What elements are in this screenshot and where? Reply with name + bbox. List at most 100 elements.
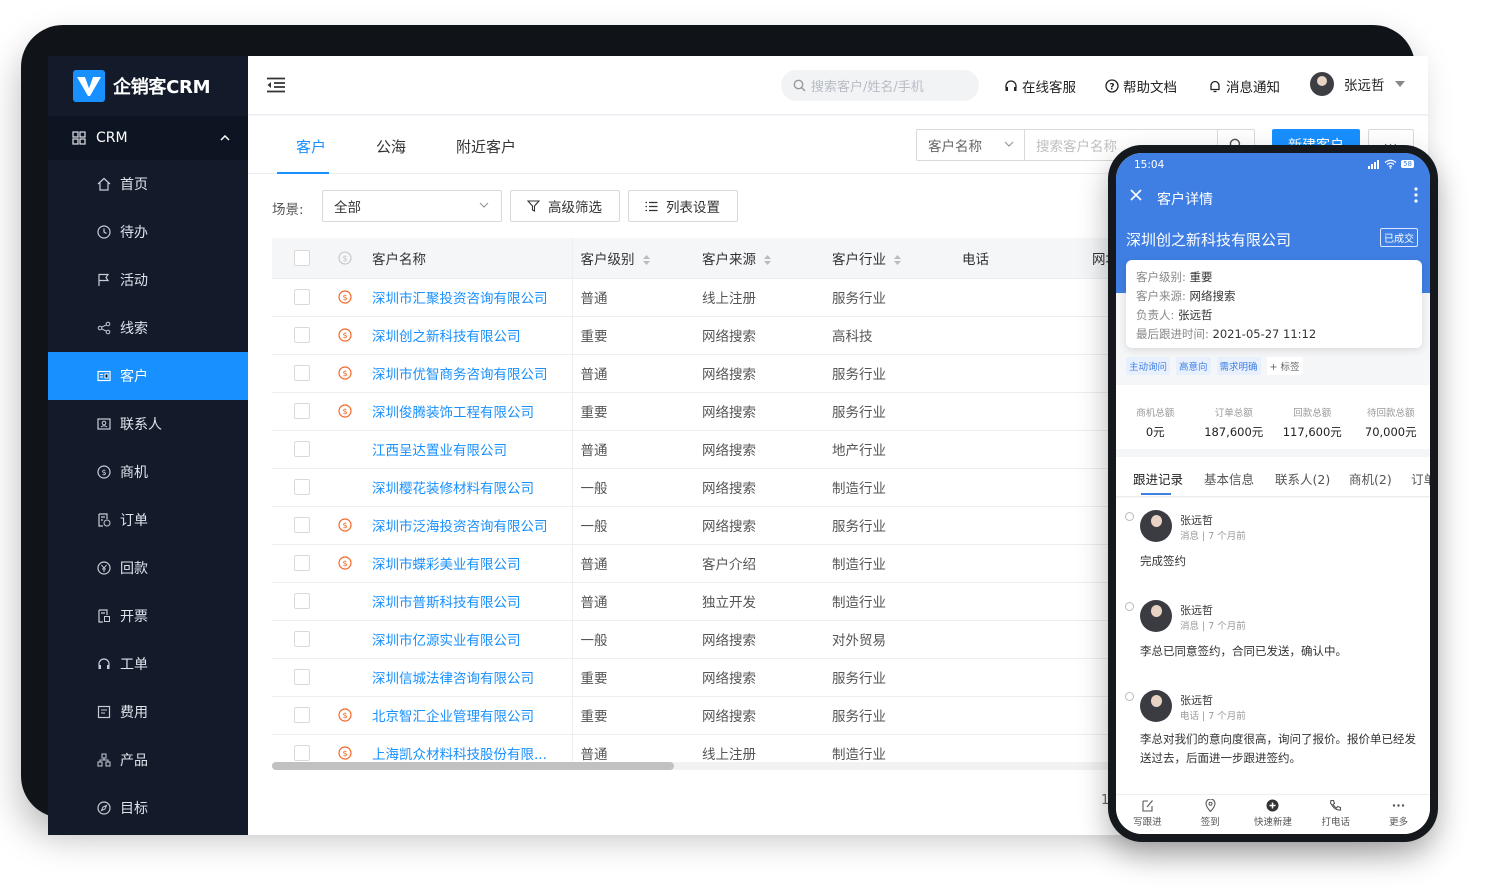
write-follow-up-button[interactable]: 写跟进 bbox=[1116, 795, 1179, 834]
row-checkbox[interactable] bbox=[294, 745, 310, 761]
table-row[interactable]: 江西呈达置业有限公司 普通 网络搜索 地产行业 bbox=[272, 430, 1172, 469]
sidebar-item-goals[interactable]: 目标 bbox=[48, 784, 248, 832]
table-row[interactable]: 深圳市亿源实业有限公司 一般 网络搜索 对外贸易 bbox=[272, 620, 1172, 659]
online-service-link[interactable]: 在线客服 bbox=[1004, 76, 1076, 96]
menu-collapse-icon[interactable] bbox=[266, 77, 286, 93]
customer-name-link[interactable]: 北京智汇企业管理有限公司 bbox=[372, 696, 573, 735]
sidebar-item-tickets[interactable]: 工单 bbox=[48, 640, 248, 688]
row-checkbox[interactable] bbox=[294, 365, 310, 381]
sidebar-item-opportunities[interactable]: $ 商机 bbox=[48, 448, 248, 496]
row-checkbox[interactable] bbox=[294, 555, 310, 571]
online-service-label: 在线客服 bbox=[1022, 80, 1076, 96]
row-checkbox[interactable] bbox=[294, 593, 310, 609]
feed-meta: 消息 | 7 个月前 bbox=[1180, 621, 1246, 632]
sidebar-item-home[interactable]: 首页 bbox=[48, 160, 248, 208]
customer-name-link[interactable]: 深圳市汇聚投资咨询有限公司 bbox=[372, 278, 573, 317]
row-checkbox-cell bbox=[272, 696, 328, 735]
customer-name-link[interactable]: 深圳市蝶彩美业有限公司 bbox=[372, 544, 573, 583]
scrollbar-thumb[interactable] bbox=[272, 762, 674, 770]
action-label: 快速新建 bbox=[1253, 817, 1292, 828]
table-row[interactable]: 深圳市普斯科技有限公司 普通 独立开发 制造行业 bbox=[272, 582, 1172, 621]
sidebar-item-todo[interactable]: 待办 bbox=[48, 208, 248, 256]
menu-group-crm[interactable]: CRM bbox=[48, 116, 248, 160]
check-in-button[interactable]: 签到 bbox=[1179, 795, 1242, 834]
tab-customers[interactable]: 客户 bbox=[296, 136, 326, 157]
column-settings-button[interactable]: 列表设置 bbox=[628, 190, 738, 222]
tag-chip[interactable]: 主动询问 bbox=[1126, 357, 1171, 375]
row-checkbox[interactable] bbox=[294, 479, 310, 495]
row-checkbox[interactable] bbox=[294, 631, 310, 647]
app-logo[interactable]: 企销客CRM bbox=[48, 56, 248, 116]
tab-opportunities[interactable]: 商机(2) bbox=[1349, 469, 1392, 488]
tag-chip[interactable]: 需求明确 bbox=[1216, 357, 1261, 375]
add-tag-button[interactable]: + 标签 bbox=[1266, 357, 1303, 375]
customer-name-link[interactable]: 深圳市亿源实业有限公司 bbox=[372, 620, 573, 659]
advanced-filter-button[interactable]: 高级筛选 bbox=[510, 190, 620, 222]
global-search-input[interactable]: 搜索客户/姓名/手机 bbox=[781, 70, 979, 101]
horizontal-scrollbar[interactable] bbox=[272, 762, 1172, 770]
row-checkbox[interactable] bbox=[294, 327, 310, 343]
table-row[interactable]: $ 深圳俊腾装饰工程有限公司 重要 网络搜索 服务行业 bbox=[272, 392, 1172, 431]
customer-search-placeholder: 搜索客户名称 bbox=[1036, 139, 1117, 155]
row-checkbox[interactable] bbox=[294, 669, 310, 685]
header-customer-source[interactable]: 客户来源 bbox=[702, 238, 832, 279]
row-checkbox[interactable] bbox=[294, 517, 310, 533]
sidebar-item-leads[interactable]: 线索 bbox=[48, 304, 248, 352]
search-field-select[interactable]: 客户名称 bbox=[916, 129, 1025, 161]
row-checkbox[interactable] bbox=[294, 403, 310, 419]
sidebar-item-contacts[interactable]: 联系人 bbox=[48, 400, 248, 448]
customer-name-link[interactable]: 深圳创之新科技有限公司 bbox=[372, 316, 573, 355]
scene-select[interactable]: 全部 bbox=[322, 190, 502, 222]
customer-source-cell: 网络搜索 bbox=[702, 354, 832, 393]
sidebar-item-payments[interactable]: 回款 bbox=[48, 544, 248, 592]
table-row[interactable]: $ 深圳市优智商务咨询有限公司 普通 网络搜索 服务行业 bbox=[272, 354, 1172, 393]
notifications-link[interactable]: 消息通知 bbox=[1208, 76, 1280, 96]
tag-chip[interactable]: 高意向 bbox=[1176, 357, 1211, 375]
table-row[interactable]: $ 北京智汇企业管理有限公司 重要 网络搜索 服务行业 bbox=[272, 696, 1172, 735]
header-customer-name[interactable]: 客户名称 bbox=[372, 238, 573, 279]
customer-name-link[interactable]: 深圳市优智商务咨询有限公司 bbox=[372, 354, 573, 393]
tab-nearby-customers[interactable]: 附近客户 bbox=[456, 136, 516, 157]
sidebar-item-products[interactable]: 产品 bbox=[48, 736, 248, 784]
table-row[interactable]: $ 深圳市蝶彩美业有限公司 普通 客户介绍 制造行业 bbox=[272, 544, 1172, 583]
sidebar-item-expenses[interactable]: 费用 bbox=[48, 688, 248, 736]
table-row[interactable]: 深圳樱花装修材料有限公司 一般 网络搜索 制造行业 bbox=[272, 468, 1172, 507]
tab-basic-info[interactable]: 基本信息 bbox=[1204, 469, 1254, 488]
customer-name-link[interactable]: 深圳市泛海投资咨询有限公司 bbox=[372, 506, 573, 545]
table-row[interactable]: 深圳信城法律咨询有限公司 重要 网络搜索 服务行业 bbox=[272, 658, 1172, 697]
sidebar-item-invoices[interactable]: 开票 bbox=[48, 592, 248, 640]
table-row[interactable]: $ 深圳创之新科技有限公司 重要 网络搜索 高科技 bbox=[272, 316, 1172, 355]
sidebar-item-orders[interactable]: 订单 bbox=[48, 496, 248, 544]
customer-name-link[interactable]: 深圳市普斯科技有限公司 bbox=[372, 582, 573, 621]
mobile-action-bar: 写跟进 签到 快速新建 打电话 更多 bbox=[1116, 794, 1430, 834]
more-button[interactable]: 更多 bbox=[1367, 795, 1430, 834]
row-checkbox[interactable] bbox=[294, 289, 310, 305]
customer-name-link[interactable]: 深圳俊腾装饰工程有限公司 bbox=[372, 392, 573, 431]
tab-public-pool[interactable]: 公海 bbox=[376, 136, 406, 157]
tab-contacts[interactable]: 联系人(2) bbox=[1275, 469, 1330, 488]
quick-create-button[interactable]: 快速新建 bbox=[1242, 795, 1305, 834]
tab-follow-up[interactable]: 跟进记录 bbox=[1133, 469, 1183, 488]
user-menu[interactable]: 张远哲 bbox=[1310, 72, 1405, 96]
table-row[interactable]: $ 深圳市泛海投资咨询有限公司 一般 网络搜索 服务行业 bbox=[272, 506, 1172, 545]
table-row[interactable]: $ 深圳市汇聚投资咨询有限公司 普通 线上注册 服务行业 bbox=[272, 278, 1172, 317]
customer-name-link[interactable]: 江西呈达置业有限公司 bbox=[372, 430, 573, 469]
help-docs-link[interactable]: ? 帮助文档 bbox=[1105, 76, 1177, 96]
customer-name-link[interactable]: 深圳信城法律咨询有限公司 bbox=[372, 658, 573, 697]
select-all-checkbox[interactable] bbox=[294, 249, 310, 266]
header-phone[interactable]: 电话 bbox=[962, 238, 1092, 279]
more-vertical-icon[interactable] bbox=[1414, 187, 1418, 203]
close-icon[interactable] bbox=[1130, 189, 1142, 201]
sidebar-item-activity[interactable]: 活动 bbox=[48, 256, 248, 304]
header-customer-industry[interactable]: 客户行业 bbox=[832, 238, 962, 279]
info-value: 重要 bbox=[1189, 270, 1213, 284]
mobile-company-name: 深圳创之新科技有限公司 bbox=[1126, 231, 1292, 249]
call-button[interactable]: 打电话 bbox=[1304, 795, 1367, 834]
tab-orders[interactable]: 订单 bbox=[1411, 469, 1430, 488]
customer-name-link[interactable]: 深圳樱花装修材料有限公司 bbox=[372, 468, 573, 507]
row-checkbox[interactable] bbox=[294, 441, 310, 457]
sidebar-item-customers[interactable]: 客户 bbox=[48, 352, 248, 400]
header-customer-level[interactable]: 客户级别 bbox=[572, 238, 702, 279]
row-checkbox[interactable] bbox=[294, 707, 310, 723]
mobile-screen: 15:04 58 客户详情 深圳创之新科技有限公司 已成交 客户级别: 重要 客… bbox=[1116, 153, 1430, 834]
